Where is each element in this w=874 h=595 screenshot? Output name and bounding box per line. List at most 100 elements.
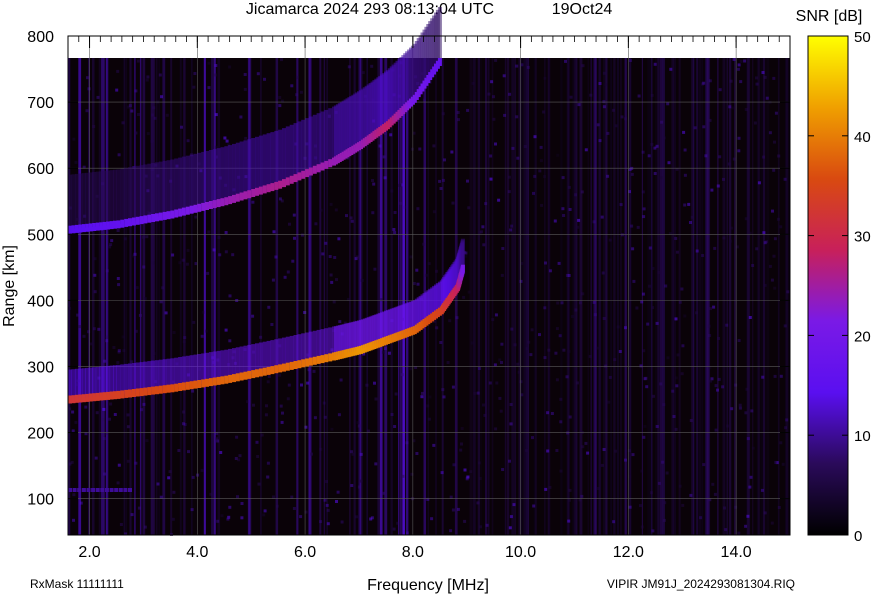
noise-speckle — [380, 298, 384, 302]
trace-echo — [278, 364, 283, 373]
noise-speckle — [751, 446, 755, 450]
noise-streak — [399, 58, 402, 535]
trace-glow — [178, 157, 183, 213]
noise-speckle — [642, 435, 646, 439]
noise-speckle — [639, 364, 643, 368]
noise-speckle — [94, 456, 98, 460]
noise-speckle — [618, 350, 622, 353]
trace-echo — [320, 355, 325, 364]
noise-speckle — [682, 130, 686, 134]
trace-echo — [262, 367, 267, 376]
noise-speckle — [508, 459, 511, 463]
trace-glow — [155, 360, 159, 391]
trace-glow — [162, 160, 167, 216]
noise-speckle — [295, 75, 299, 79]
noise-speckle — [103, 359, 107, 363]
noise-streak — [752, 58, 754, 535]
trace-echo — [77, 488, 82, 492]
trace-echo — [113, 391, 117, 400]
trace-glow — [197, 152, 202, 208]
noise-speckle — [527, 340, 531, 344]
trace-echo — [270, 366, 275, 375]
noise-speckle — [471, 81, 475, 85]
noise-speckle — [383, 132, 387, 136]
noise-speckle — [452, 463, 456, 467]
noise-speckle — [126, 425, 130, 429]
noise-speckle — [734, 383, 738, 387]
noise-speckle — [509, 422, 513, 426]
noise-speckle — [723, 506, 726, 510]
noise-speckle — [543, 76, 547, 80]
noise-speckle — [711, 482, 715, 486]
noise-speckle — [581, 445, 585, 449]
noise-speckle — [773, 237, 777, 241]
noise-speckle — [557, 261, 561, 265]
trace-echo — [235, 373, 240, 382]
noise-speckle — [116, 361, 120, 365]
trace-glow — [274, 339, 279, 370]
colorbar-tick-label: 40 — [854, 129, 871, 146]
noise-streak — [217, 58, 221, 535]
noise-speckle — [567, 519, 571, 523]
noise-speckle — [695, 311, 698, 315]
trace-echo — [305, 358, 310, 367]
noise-speckle — [721, 385, 725, 389]
noise-speckle — [604, 364, 608, 368]
noise-speckle — [628, 474, 632, 478]
noise-speckle — [641, 190, 645, 194]
trace-glow — [305, 332, 310, 363]
noise-speckle — [237, 458, 241, 462]
noise-speckle — [636, 225, 640, 229]
noise-speckle — [427, 417, 431, 421]
noise-speckle — [312, 369, 316, 373]
noise-speckle — [145, 78, 149, 82]
y-tick-label: 500 — [27, 227, 54, 244]
noise-speckle — [773, 286, 777, 290]
noise-speckle — [151, 261, 155, 265]
noise-speckle — [650, 93, 654, 97]
trace-glow — [232, 348, 236, 379]
noise-speckle — [581, 64, 585, 68]
noise-streak — [756, 58, 758, 535]
noise-speckle — [515, 115, 519, 119]
noise-speckle — [145, 235, 149, 239]
noise-speckle — [580, 190, 584, 194]
trace-glow — [181, 356, 186, 387]
noise-speckle — [72, 518, 75, 522]
trace-glow — [128, 167, 132, 223]
noise-speckle — [84, 405, 88, 409]
noise-speckle — [593, 313, 597, 317]
trace-glow — [235, 142, 240, 198]
noise-speckle — [608, 238, 612, 242]
noise-speckle — [206, 271, 210, 275]
noise-speckle — [216, 519, 220, 523]
noise-speckle — [538, 333, 541, 337]
trace-echo — [216, 199, 221, 208]
noise-speckle — [168, 470, 172, 474]
noise-speckle — [560, 301, 564, 305]
noise-speckle — [360, 278, 364, 282]
noise-speckle — [178, 261, 182, 265]
noise-speckle — [785, 418, 789, 422]
trace-glow — [139, 362, 144, 393]
noise-speckle — [355, 515, 359, 519]
noise-speckle — [613, 358, 617, 362]
noise-streak — [92, 58, 95, 535]
noise-speckle — [710, 188, 714, 192]
trace-glow — [266, 340, 271, 371]
noise-speckle — [580, 494, 584, 498]
noise-speckle — [214, 113, 218, 117]
noise-speckle — [565, 375, 569, 379]
noise-speckle — [330, 280, 334, 284]
noise-speckle — [373, 267, 377, 271]
trace-glow — [316, 329, 321, 360]
noise-speckle — [744, 108, 748, 111]
trace-glow — [285, 126, 290, 182]
trace-glow — [128, 363, 132, 394]
trace-echo — [85, 393, 90, 402]
noise-speckle — [160, 95, 163, 99]
noise-speckle — [393, 211, 397, 214]
noise-speckle — [530, 328, 534, 332]
noise-speckle — [614, 124, 618, 128]
noise-speckle — [191, 475, 195, 479]
